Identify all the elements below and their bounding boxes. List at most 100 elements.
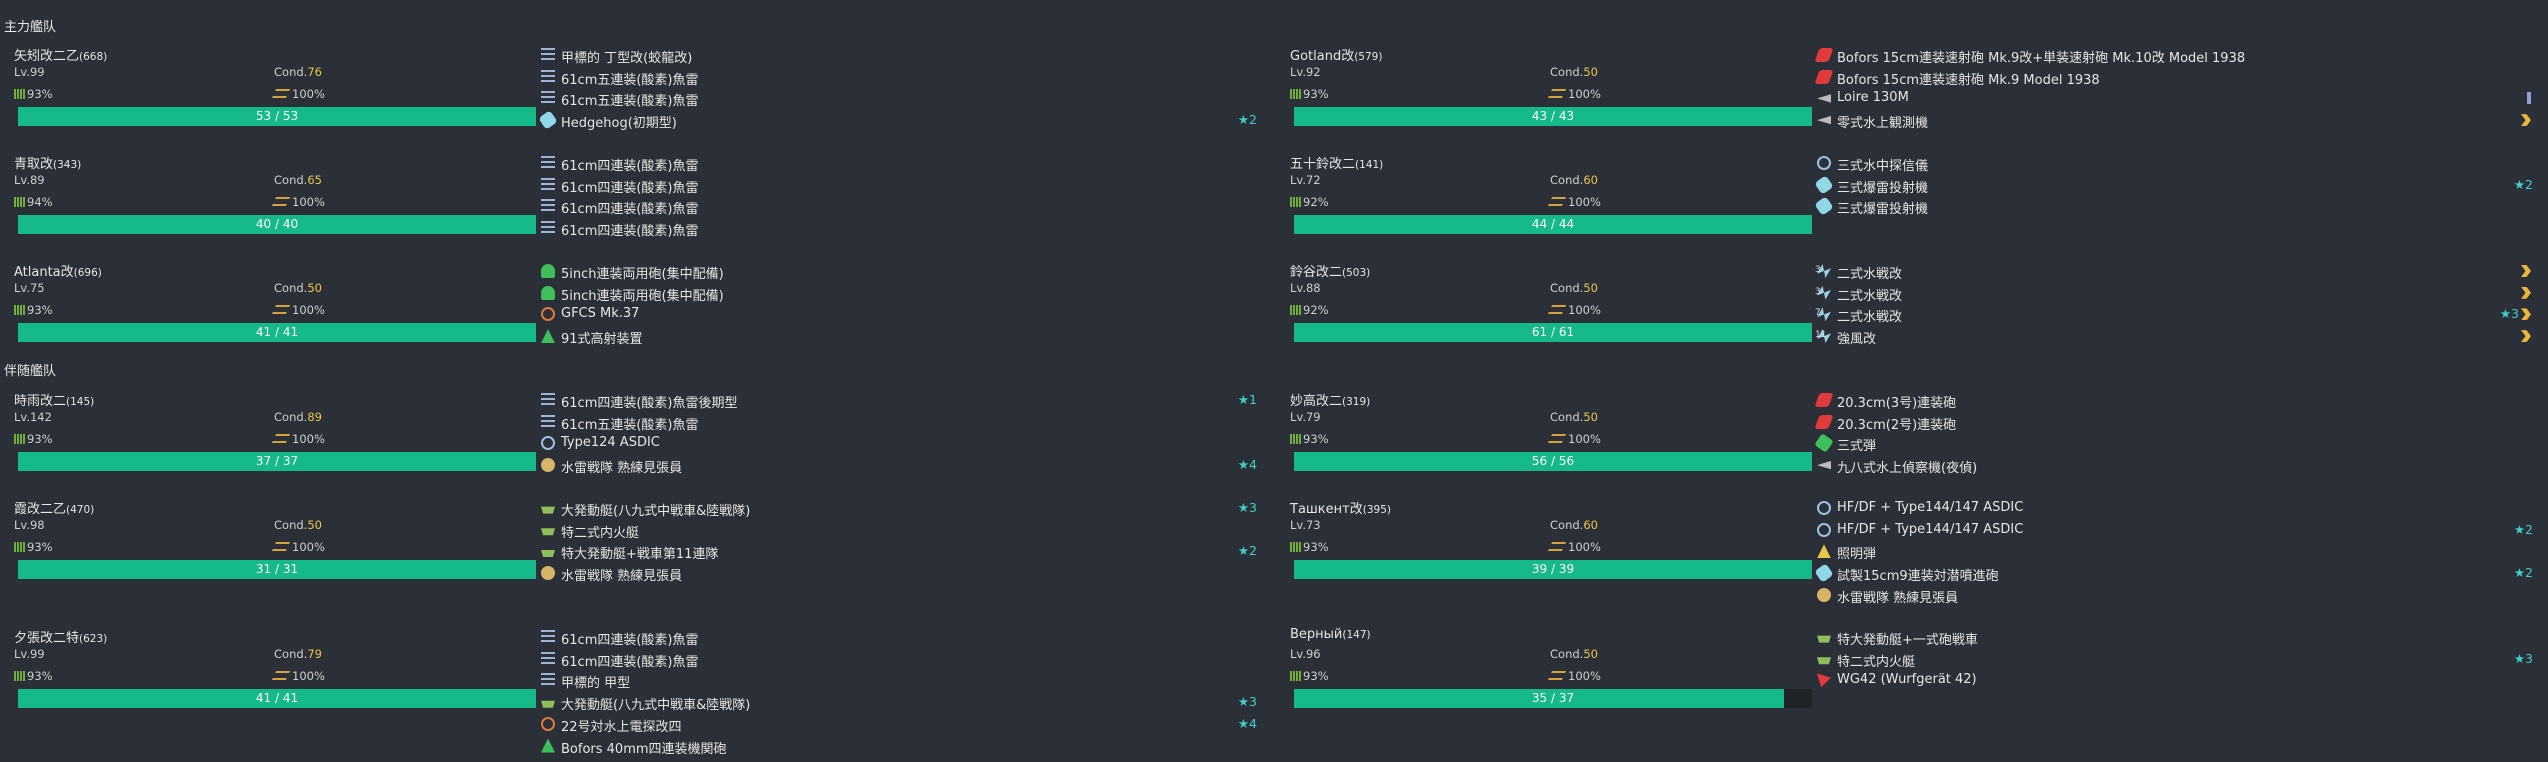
equipment-slot[interactable]: 試製15cm9連装対潜噴進砲 ★2 bbox=[1814, 563, 2533, 585]
hp-bar: 53 / 53 bbox=[18, 107, 536, 126]
ship-name[interactable]: 鈴谷改二(503) bbox=[1290, 261, 1370, 280]
equipment-slot[interactable]: 水雷戦隊 熟練見張員 bbox=[1817, 585, 2533, 607]
slot-count: 3 bbox=[1815, 265, 1821, 275]
torpedo-icon bbox=[541, 221, 555, 236]
equipment-slot[interactable]: Bofors 15cm連装速射砲 Mk.9 Model 1938 bbox=[1814, 67, 2533, 89]
ship-name[interactable]: 五十鈴改二(141) bbox=[1290, 153, 1383, 172]
ship-id: (579) bbox=[1354, 51, 1383, 63]
ship-name-text: Gotland改 bbox=[1290, 49, 1355, 64]
red-gun-icon bbox=[1814, 393, 1834, 407]
flare-icon bbox=[1817, 544, 1831, 559]
ship-cond: Cond.89 bbox=[274, 410, 322, 424]
slot-count: 11 bbox=[1815, 330, 1827, 341]
equipment-slot[interactable]: 91式高射装置 bbox=[541, 326, 1257, 348]
equipment-slot[interactable]: 甲標的 丁型改(蛟龍改) bbox=[541, 45, 1257, 67]
equipment-slot[interactable]: HF/DF + Type144/147 ASDIC ★2 bbox=[1817, 520, 2533, 542]
ship-name[interactable]: Atlanta改(696) bbox=[14, 261, 102, 280]
equipment-slot[interactable]: 61cm四連装(酸素)魚雷 bbox=[541, 649, 1257, 671]
green-gun-icon bbox=[541, 285, 555, 300]
equipment-slot[interactable]: 特大発動艇+一式砲戦車 bbox=[1817, 627, 2533, 649]
equipment-name: 5inch連装両用砲(集中配備) bbox=[561, 288, 724, 304]
equipment-slot[interactable]: 三式爆雷投射機 bbox=[1814, 196, 2533, 218]
equipment-slot[interactable]: 61cm四連装(酸素)魚雷 bbox=[541, 175, 1257, 197]
ship-name[interactable]: Ташкент改(395) bbox=[1290, 498, 1391, 517]
equipment-slot[interactable]: 三式弾 bbox=[1814, 433, 2533, 455]
equipment-slot[interactable]: 5inch連装両用砲(集中配備) bbox=[541, 261, 1257, 283]
equipment-slot[interactable]: 5inch連装両用砲(集中配備) bbox=[541, 283, 1257, 305]
cond-label: Cond. bbox=[274, 647, 308, 661]
ship-name[interactable]: Gotland改(579) bbox=[1290, 45, 1382, 64]
ship-name[interactable]: 青取改(343) bbox=[14, 153, 81, 172]
sonar-icon bbox=[1817, 522, 1831, 537]
ammo-status: 100% bbox=[1547, 540, 1601, 554]
ammo-value: 100% bbox=[292, 303, 325, 317]
ship-name[interactable]: 時雨改二(145) bbox=[14, 390, 94, 409]
equipment-slot[interactable]: 三式爆雷投射機 ★2 bbox=[1814, 174, 2533, 197]
equipment-slot[interactable]: 零式水上観測機 bbox=[1817, 110, 2533, 132]
equipment-slot[interactable]: 九八式水上偵察機(夜偵) bbox=[1817, 455, 2533, 477]
hp-bar: 35 / 37 bbox=[1294, 689, 1812, 708]
equipment-slot[interactable]: 3 二式水戦改 bbox=[1815, 261, 2533, 283]
ship-card: Atlanta改(696) Lv.75 Cond.50 93% 100% 41 … bbox=[4, 261, 1264, 361]
fuel-icon bbox=[1290, 542, 1301, 552]
equipment-slot[interactable]: 61cm五連装(酸素)魚雷 bbox=[541, 88, 1257, 110]
equipment-slot[interactable]: 三式水中探信儀 bbox=[1817, 153, 2533, 175]
ship-cond: Cond.60 bbox=[1550, 173, 1598, 187]
equipment-slot[interactable]: 61cm四連装(酸素)魚雷後期型 ★1 bbox=[541, 390, 1257, 412]
ship-name[interactable]: 矢矧改二乙(668) bbox=[14, 45, 107, 64]
equipment-slot[interactable]: HF/DF + Type144/147 ASDIC bbox=[1817, 498, 2533, 520]
seaplane-icon bbox=[1817, 94, 1831, 103]
cond-label: Cond. bbox=[1550, 518, 1584, 532]
equipment-slot[interactable]: 特二式内火艇 bbox=[541, 520, 1257, 542]
equipment-slot[interactable]: 照明弾 bbox=[1817, 541, 2533, 563]
fuel-icon bbox=[1290, 434, 1301, 444]
equipment-slot[interactable]: 大発動艇(八九式中戦車&陸戦隊) ★3 bbox=[541, 692, 1257, 714]
equipment-slot[interactable]: 61cm四連装(酸素)魚雷 bbox=[541, 196, 1257, 218]
equipment-slot[interactable]: GFCS Mk.37 bbox=[541, 304, 1257, 326]
equipment-slot[interactable]: 61cm四連装(酸素)魚雷 bbox=[541, 218, 1257, 240]
ship-name[interactable]: 妙高改二(319) bbox=[1290, 390, 1370, 409]
equipment-slot[interactable]: 61cm五連装(酸素)魚雷 bbox=[541, 67, 1257, 89]
lookout-icon bbox=[1817, 587, 1831, 602]
equipment-slot[interactable]: 7 二式水戦改 ★3 bbox=[1815, 304, 2533, 326]
equipment-slot[interactable]: 大発動艇(八九式中戦車&陸戦隊) ★3 bbox=[541, 498, 1257, 520]
equipment-slot[interactable]: 11 強風改 bbox=[1815, 326, 2533, 348]
equipment-slot[interactable]: 22号対水上電探改四 ★4 bbox=[541, 714, 1257, 736]
cond-value: 50 bbox=[1583, 65, 1598, 79]
equipment-name: 91式高射装置 bbox=[561, 332, 643, 348]
equipment-slot[interactable]: Bofors 15cm連装速射砲 Mk.9改+単装速射砲 Mk.10改 Mode… bbox=[1814, 45, 2533, 67]
equipment-slot[interactable]: 特大発動艇+戦車第11連隊 ★2 bbox=[541, 541, 1257, 563]
equipment-slot[interactable]: 甲標的 甲型 bbox=[541, 670, 1257, 692]
ship-name[interactable]: Верный(147) bbox=[1290, 627, 1371, 642]
equipment-slot[interactable]: 水雷戦隊 熟練見張員 ★4 bbox=[541, 455, 1257, 477]
hp-bar: 41 / 41 bbox=[18, 323, 536, 342]
hp-text: 43 / 43 bbox=[1531, 109, 1575, 123]
ammo-status: 100% bbox=[1547, 87, 1601, 101]
torpedo-icon bbox=[541, 199, 555, 214]
ammo-status: 100% bbox=[271, 303, 325, 317]
equipment-slot[interactable]: 20.3cm(2号)連装砲 bbox=[1814, 412, 2533, 434]
equipment-slot[interactable]: Loire 130M bbox=[1817, 88, 2533, 110]
torpedo-icon bbox=[541, 414, 555, 429]
equipment-slot[interactable]: 3 二式水戦改 bbox=[1815, 283, 2533, 305]
equipment-slot[interactable]: 61cm四連装(酸素)魚雷 bbox=[541, 153, 1257, 175]
equipment-slot[interactable]: Bofors 40mm四連装機関砲 bbox=[541, 736, 1257, 758]
equipment-slot[interactable]: Hedgehog(初期型) ★2 bbox=[538, 110, 1257, 132]
ammo-value: 100% bbox=[1568, 432, 1601, 446]
equipment-slot[interactable]: 水雷戦隊 熟練見張員 bbox=[541, 563, 1257, 585]
equipment-slot[interactable]: 61cm五連装(酸素)魚雷 bbox=[541, 412, 1257, 434]
ammo-value: 100% bbox=[1568, 87, 1601, 101]
equipment-slot[interactable]: 61cm四連装(酸素)魚雷 bbox=[541, 627, 1257, 649]
equipment-slot[interactable]: 20.3cm(3号)連装砲 bbox=[1814, 390, 2533, 412]
red-gun-icon bbox=[1814, 48, 1834, 62]
equipment-slot[interactable]: Type124 ASDIC bbox=[541, 433, 1257, 455]
ship-card: 時雨改二(145) Lv.142 Cond.89 93% 100% 37 / 3… bbox=[4, 390, 1264, 490]
torpedo-icon bbox=[541, 69, 555, 84]
equipment-slot[interactable]: WG42 (Wurfgerät 42) bbox=[1817, 670, 2533, 692]
seaplane-icon bbox=[1817, 460, 1831, 470]
fuel-status: 93% bbox=[1290, 432, 1329, 446]
ship-name[interactable]: 夕張改二特(623) bbox=[14, 627, 107, 646]
ship-name[interactable]: 霞改二乙(470) bbox=[14, 498, 94, 517]
equipment-name: 甲標的 丁型改(蛟龍改) bbox=[561, 51, 693, 66]
equipment-slot[interactable]: 特二式内火艇 ★3 bbox=[1817, 649, 2533, 671]
